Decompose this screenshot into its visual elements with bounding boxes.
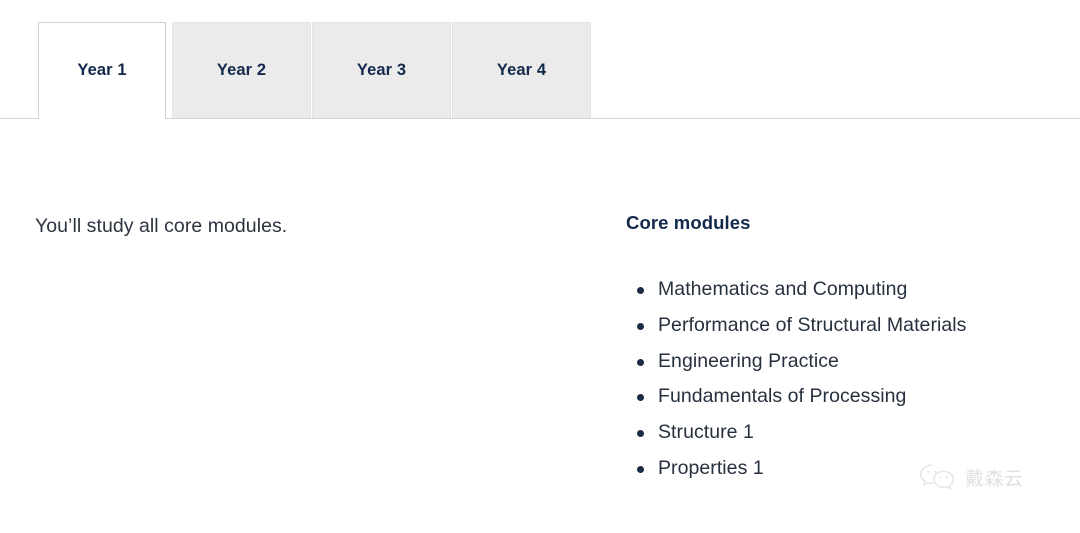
- core-modules-list: Mathematics and Computing Performance of…: [626, 272, 1056, 487]
- module-label: Structure 1: [658, 421, 754, 444]
- core-modules-heading: Core modules: [626, 212, 751, 233]
- list-item: Structure 1: [626, 415, 1056, 451]
- bullet-icon: [637, 465, 644, 473]
- year-1-tab-panel: You’ll study all core modules. Core modu…: [0, 120, 1080, 533]
- tab-year-3[interactable]: Year 3: [312, 22, 451, 118]
- tab-year-2[interactable]: Year 2: [172, 22, 311, 118]
- list-item: Fundamentals of Processing: [626, 379, 1056, 415]
- bullet-icon: [637, 394, 644, 402]
- module-label: Performance of Structural Materials: [658, 313, 967, 336]
- tab-year-3-label: Year 3: [356, 61, 407, 79]
- list-item: Properties 1: [626, 451, 1056, 487]
- module-label: Properties 1: [658, 456, 764, 479]
- list-item: Engineering Practice: [626, 344, 1056, 380]
- bullet-icon: [637, 358, 644, 366]
- core-modules-column: Core modules Mathematics and Computing P…: [626, 212, 1056, 487]
- intro-text: You’ll study all core modules.: [35, 215, 288, 237]
- tab-year-1-label: Year 1: [77, 61, 127, 79]
- list-item: Mathematics and Computing: [626, 272, 1056, 308]
- module-label: Fundamentals of Processing: [658, 385, 907, 408]
- list-item: Performance of Structural Materials: [626, 308, 1056, 344]
- module-label: Engineering Practice: [658, 349, 839, 372]
- tab-year-4-label: Year 4: [496, 61, 547, 79]
- tab-year-2-label: Year 2: [216, 61, 267, 79]
- tab-year-4[interactable]: Year 4: [452, 22, 591, 118]
- bullet-icon: [637, 287, 644, 294]
- bullet-icon: [637, 322, 644, 330]
- bullet-icon: [637, 430, 644, 438]
- year-tab-strip: Year 1 Year 2 Year 3 Year 4: [0, 0, 1080, 120]
- tab-year-1[interactable]: Year 1: [38, 22, 166, 119]
- module-label: Mathematics and Computing: [658, 278, 908, 300]
